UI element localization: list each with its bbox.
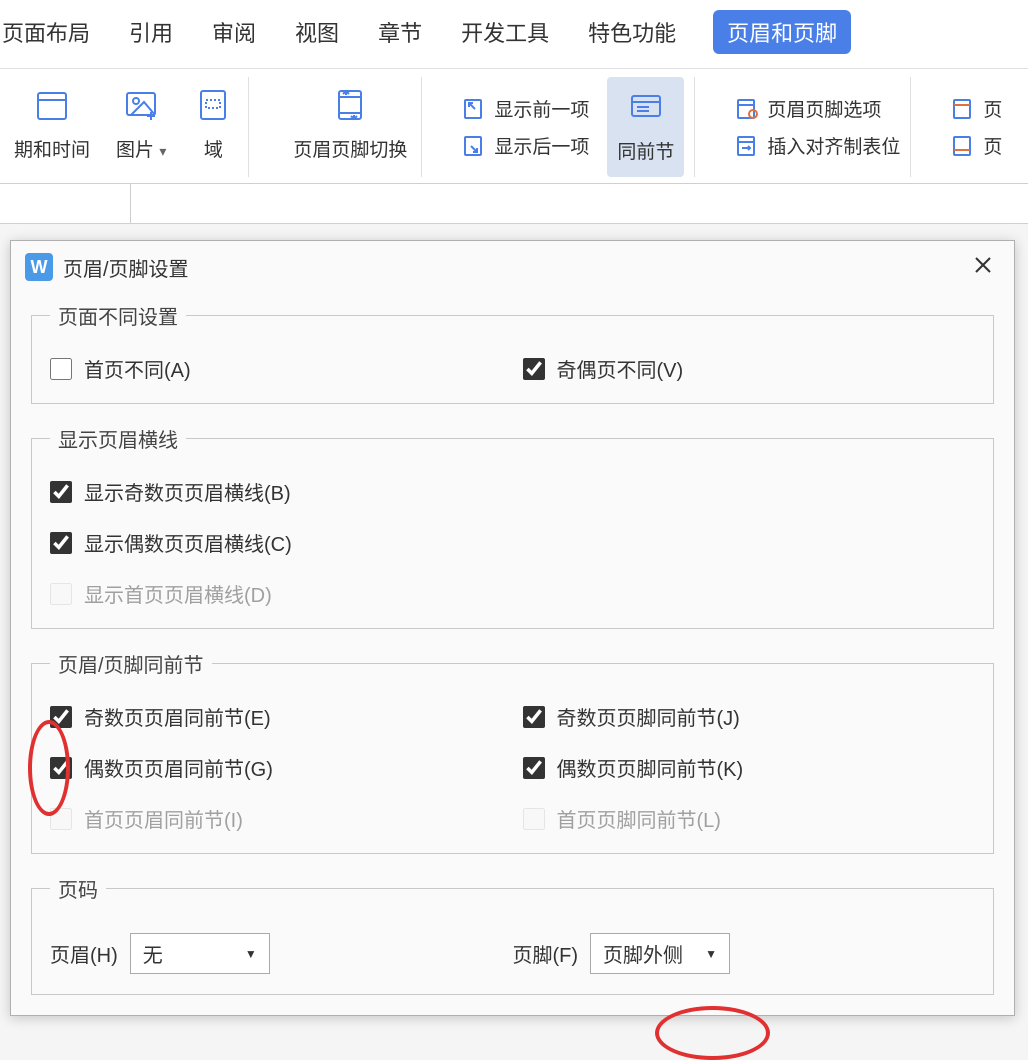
insert-tab-button[interactable]: 插入对齐制表位 xyxy=(735,132,900,159)
field-icon xyxy=(196,88,230,122)
odd-header-line-checkbox[interactable] xyxy=(50,481,72,503)
page-diff-group: 页面不同设置 首页不同(A) 奇偶页不同(V) xyxy=(31,301,994,404)
picture-label: 图片 ▾ xyxy=(116,135,166,162)
even-header-sameprev-label: 偶数页页眉同前节(G) xyxy=(84,753,273,782)
prev-icon xyxy=(462,97,486,121)
tab-view[interactable]: 视图 xyxy=(293,12,341,52)
odd-even-diff-label: 奇偶页不同(V) xyxy=(557,354,684,383)
options-icon xyxy=(735,97,759,121)
first-header-sameprev-checkbox xyxy=(50,808,72,830)
same-prev-button[interactable]: 同前节 xyxy=(607,77,684,177)
link-section-icon xyxy=(629,90,663,124)
close-button[interactable] xyxy=(966,251,1000,283)
dialog-title: 页眉/页脚设置 xyxy=(63,253,956,282)
odd-header-sameprev-checkbox[interactable] xyxy=(50,706,72,728)
options-button[interactable]: 页眉页脚选项 xyxy=(735,95,900,122)
odd-footer-sameprev-checkbox[interactable] xyxy=(523,706,545,728)
page-diff-legend: 页面不同设置 xyxy=(50,301,186,330)
first-footer-sameprev-checkbox xyxy=(523,808,545,830)
odd-even-diff-checkbox[interactable] xyxy=(523,358,545,380)
header-pagenum-value: 无 xyxy=(143,939,163,968)
header-icon xyxy=(951,97,975,121)
tab-section[interactable]: 章节 xyxy=(376,12,424,52)
cutoff-label-2: 页 xyxy=(983,132,1002,159)
tab-review[interactable]: 审阅 xyxy=(210,12,258,52)
next-icon xyxy=(462,134,486,158)
even-header-sameprev-checkbox[interactable] xyxy=(50,757,72,779)
image-icon xyxy=(124,88,158,122)
even-footer-sameprev-label: 偶数页页脚同前节(K) xyxy=(557,753,744,782)
cutoff-row-1[interactable]: 页 xyxy=(951,95,1002,122)
app-logo-icon: W xyxy=(25,253,53,281)
footer-pagenum-select[interactable]: 页脚外侧 ▼ xyxy=(590,933,730,974)
toolbar: 期和时间 图片 ▾ 域 页眉页脚切换 xyxy=(0,69,1028,183)
calendar-icon xyxy=(35,88,69,122)
switch-button[interactable]: 页眉页脚切换 xyxy=(289,77,411,177)
tab-layout[interactable]: 页面布局 xyxy=(0,12,92,52)
even-header-line-label: 显示偶数页页眉横线(C) xyxy=(84,528,292,557)
switch-icon xyxy=(333,88,367,122)
page-num-group: 页码 页眉(H) 无 ▼ 页脚(F) 页脚外侧 ▼ xyxy=(31,874,994,995)
odd-header-sameprev-label: 奇数页页眉同前节(E) xyxy=(84,702,271,731)
first-footer-sameprev-label: 首页页脚同前节(L) xyxy=(557,804,721,833)
header-line-group: 显示页眉横线 显示奇数页页眉横线(B) 显示偶数页页眉横线(C) 显示首页页眉横… xyxy=(31,424,994,629)
dialog-titlebar: W 页眉/页脚设置 xyxy=(11,241,1014,293)
same-prev-group: 页眉/页脚同前节 奇数页页眉同前节(E) 奇数页页脚同前节(J) 偶数页页眉同前… xyxy=(31,649,994,854)
menu-tabs: 页面布局 引用 审阅 视图 章节 开发工具 特色功能 页眉和页脚 xyxy=(0,0,1028,69)
even-header-line-checkbox[interactable] xyxy=(50,532,72,554)
same-prev-label: 同前节 xyxy=(617,137,674,164)
first-page-diff-checkbox[interactable] xyxy=(50,358,72,380)
first-header-sameprev-label: 首页页眉同前节(I) xyxy=(84,804,243,833)
odd-footer-sameprev-label: 奇数页页脚同前节(J) xyxy=(557,702,740,731)
cutoff-label-1: 页 xyxy=(983,95,1002,122)
show-next-label: 显示后一项 xyxy=(494,132,589,159)
first-header-line-checkbox xyxy=(50,583,72,605)
header-line-legend: 显示页眉横线 xyxy=(50,424,186,453)
date-time-button[interactable]: 期和时间 xyxy=(10,77,94,177)
header-footer-dialog: W 页眉/页脚设置 页面不同设置 首页不同(A) 奇偶页不同(V) 显示 xyxy=(10,240,1015,1016)
even-footer-sameprev-checkbox[interactable] xyxy=(523,757,545,779)
chevron-down-icon: ▼ xyxy=(245,947,257,961)
tab-reference[interactable]: 引用 xyxy=(127,12,175,52)
tabstop-icon xyxy=(735,134,759,158)
show-next-button[interactable]: 显示后一项 xyxy=(462,132,589,159)
field-button[interactable]: 域 xyxy=(188,77,238,177)
ribbon: 页面布局 引用 审阅 视图 章节 开发工具 特色功能 页眉和页脚 期和时间 图片… xyxy=(0,0,1028,184)
header-pagenum-select[interactable]: 无 ▼ xyxy=(130,933,270,974)
chevron-down-icon: ▼ xyxy=(705,947,717,961)
same-prev-legend: 页眉/页脚同前节 xyxy=(50,649,212,678)
page-num-legend: 页码 xyxy=(50,874,106,903)
footer-pagenum-value: 页脚外侧 xyxy=(603,939,683,968)
tab-developer[interactable]: 开发工具 xyxy=(459,12,551,52)
first-header-line-label: 显示首页页眉横线(D) xyxy=(84,579,272,608)
field-label: 域 xyxy=(204,135,223,162)
options-label: 页眉页脚选项 xyxy=(767,95,881,122)
close-icon xyxy=(974,256,992,274)
footer-pagenum-label: 页脚(F) xyxy=(513,939,579,968)
show-prev-label: 显示前一项 xyxy=(494,95,589,122)
document-area xyxy=(0,184,1028,224)
tab-header-footer[interactable]: 页眉和页脚 xyxy=(713,10,851,54)
show-prev-button[interactable]: 显示前一项 xyxy=(462,95,589,122)
odd-header-line-label: 显示奇数页页眉横线(B) xyxy=(84,477,291,506)
insert-tab-label: 插入对齐制表位 xyxy=(767,132,900,159)
header-pagenum-label: 页眉(H) xyxy=(50,939,118,968)
picture-button[interactable]: 图片 ▾ xyxy=(112,77,170,177)
cutoff-row-2[interactable]: 页 xyxy=(951,132,1002,159)
switch-label: 页眉页脚切换 xyxy=(293,135,407,162)
date-time-label: 期和时间 xyxy=(14,135,90,162)
first-page-diff-label: 首页不同(A) xyxy=(84,354,191,383)
tab-features[interactable]: 特色功能 xyxy=(586,12,678,52)
footer-icon xyxy=(951,134,975,158)
